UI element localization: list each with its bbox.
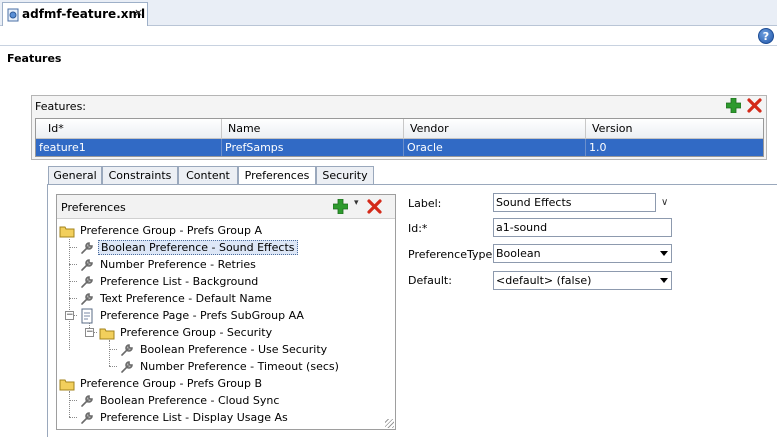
tree-connector xyxy=(69,391,70,417)
cell-name: PrefSamps xyxy=(222,139,404,156)
add-feature-icon[interactable] xyxy=(726,98,741,113)
wrench-icon xyxy=(81,412,93,424)
tree-node-label: Preference List - Display Usage As xyxy=(100,411,288,424)
wrench-icon xyxy=(81,259,93,271)
label-input[interactable]: Sound Effects xyxy=(493,193,656,212)
default-select[interactable]: <default> (false) xyxy=(493,271,672,290)
page-icon xyxy=(81,308,93,324)
help-icon[interactable]: ? xyxy=(758,28,774,44)
page-title: Features xyxy=(7,52,62,65)
tree-connector xyxy=(94,332,97,333)
column-header-vendor[interactable]: Vendor xyxy=(404,119,586,139)
label-field-label: Label: xyxy=(408,197,442,210)
preferences-tree-header: Preferences ▾ xyxy=(57,195,395,219)
tree-node-label: Boolean Preference - Sound Effects xyxy=(98,240,298,255)
tab-preferences[interactable]: Preferences xyxy=(238,166,316,185)
collapse-toggle-icon[interactable]: − xyxy=(65,311,74,320)
column-header-version[interactable]: Version xyxy=(586,119,763,139)
preference-type-select[interactable]: Boolean xyxy=(493,244,672,263)
tree-node-label: Boolean Preference - Cloud Sync xyxy=(100,394,280,407)
tree-node-label: Preference Page - Prefs SubGroup AA xyxy=(100,309,304,322)
preferences-label: Preferences xyxy=(61,201,126,214)
preferences-tree-panel: Preferences ▾ − − Preference Group - Pre… xyxy=(56,194,396,430)
id-field-label: Id:* xyxy=(408,222,428,235)
delete-preference-icon[interactable] xyxy=(367,199,382,214)
column-header-id[interactable]: Id* xyxy=(36,119,222,139)
folder-icon xyxy=(99,328,115,340)
tree-connector xyxy=(69,400,77,401)
tree-node-label: Preference Group - Prefs Group A xyxy=(80,224,263,237)
editor-tab-title: adfmf-feature.xml xyxy=(22,7,146,21)
cell-id: feature1 xyxy=(36,139,222,156)
chevron-down-icon[interactable]: ∨ xyxy=(661,197,668,208)
tree-node-label: Preference Group - Security xyxy=(120,326,273,339)
tree-node-label: Number Preference - Retries xyxy=(100,258,256,271)
features-table: Id* Name Vendor Version feature1 PrefSam… xyxy=(35,118,764,157)
cell-vendor: Oracle xyxy=(404,139,586,156)
resize-grip-icon[interactable] xyxy=(385,419,394,428)
id-input[interactable]: a1-sound xyxy=(493,218,672,237)
wrench-icon xyxy=(81,293,93,305)
tree-node-label: Boolean Preference - Use Security xyxy=(140,343,328,356)
tab-content[interactable]: Content xyxy=(178,166,238,185)
tree-connector xyxy=(69,247,77,248)
tab-constraints[interactable]: Constraints xyxy=(102,166,178,185)
tree-node-label: Number Preference - Timeout (secs) xyxy=(140,360,339,373)
xml-file-icon xyxy=(7,8,19,22)
add-dropdown-chevron-icon[interactable]: ▾ xyxy=(354,198,359,208)
wrench-icon xyxy=(121,344,133,356)
default-value: <default> (false) xyxy=(496,274,592,287)
dropdown-arrow-icon xyxy=(660,251,668,256)
add-preference-icon[interactable] xyxy=(333,199,348,214)
tree-connector xyxy=(69,417,77,418)
cell-version: 1.0 xyxy=(589,141,607,154)
preference-type-label: PreferenceType: xyxy=(408,248,496,261)
features-label: Features: xyxy=(35,100,87,113)
editor-toolbar xyxy=(0,26,777,46)
tree-connector xyxy=(74,315,77,316)
editor-tab-adfmf-feature[interactable]: adfmf-feature.xml × xyxy=(2,2,148,26)
tree-connector xyxy=(109,340,110,366)
wrench-icon xyxy=(81,276,93,288)
features-panel: Features: Id* Name Vendor Version featur… xyxy=(31,95,767,160)
editor-tab-strip: adfmf-feature.xml × xyxy=(0,0,777,26)
tree-node-label: Preference List - Background xyxy=(100,275,259,288)
tree-connector xyxy=(109,349,117,350)
tree-connector xyxy=(69,264,77,265)
tree-connector xyxy=(69,281,77,282)
tab-general[interactable]: General xyxy=(48,166,102,185)
column-header-name[interactable]: Name xyxy=(222,119,404,139)
tree-node-label: Preference Group - Prefs Group B xyxy=(80,377,263,390)
close-tab-icon[interactable]: × xyxy=(134,6,143,19)
delete-feature-icon[interactable] xyxy=(747,98,762,113)
folder-icon xyxy=(59,226,75,238)
preference-type-value: Boolean xyxy=(496,247,541,260)
wrench-icon xyxy=(121,361,133,373)
wrench-icon xyxy=(81,242,93,254)
tree-connector xyxy=(69,298,77,299)
default-label: Default: xyxy=(408,274,452,287)
wrench-icon xyxy=(81,395,93,407)
tree-connector xyxy=(69,239,70,350)
tree-connector xyxy=(109,366,117,367)
folder-icon xyxy=(59,379,75,391)
table-row[interactable]: feature1 PrefSamps Oracle 1.0 xyxy=(36,139,763,156)
tab-security[interactable]: Security xyxy=(316,166,374,185)
collapse-toggle-icon[interactable]: − xyxy=(85,328,94,337)
dropdown-arrow-icon xyxy=(660,278,668,283)
features-table-header: Id* Name Vendor Version xyxy=(36,119,763,139)
tree-node-label: Text Preference - Default Name xyxy=(100,292,272,305)
